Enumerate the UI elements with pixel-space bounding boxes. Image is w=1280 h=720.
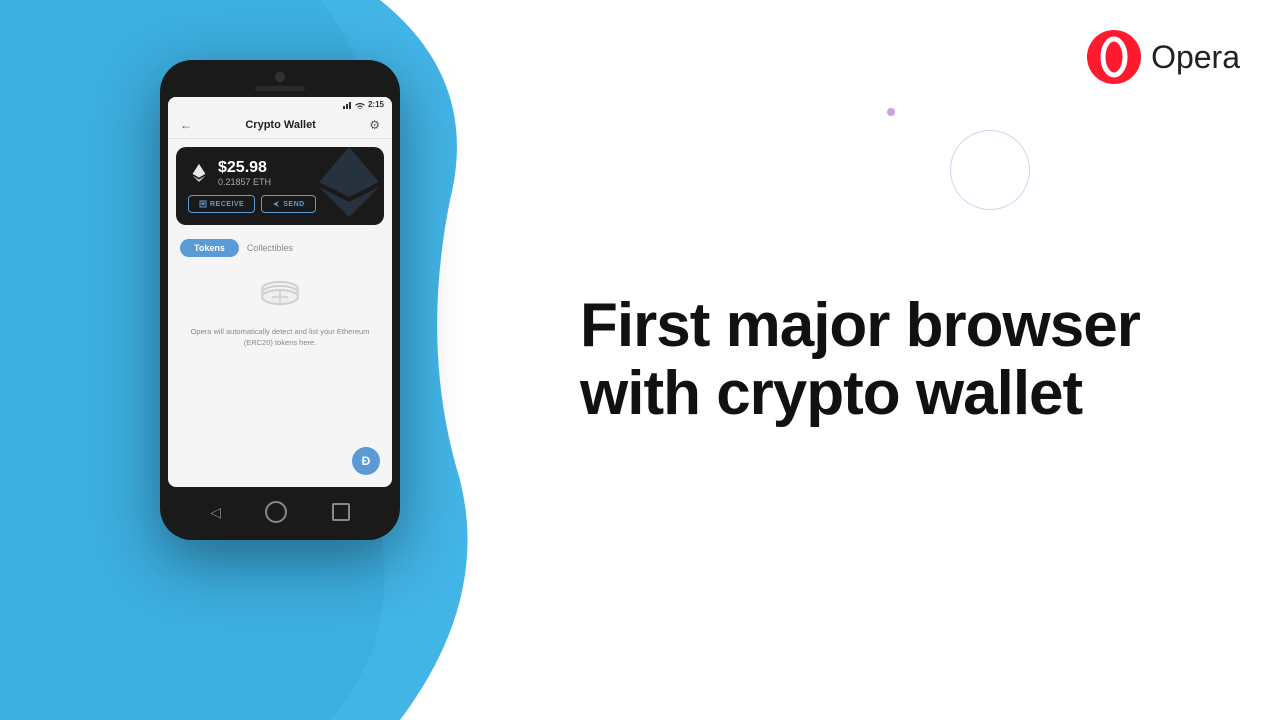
eth-usd-amount: $25.98	[218, 159, 271, 177]
back-icon[interactable]: ←	[180, 118, 192, 132]
wallet-tabs: Tokens Collectibles	[168, 233, 392, 263]
add-token-fab[interactable]: Ð	[352, 447, 380, 475]
opera-icon	[1087, 30, 1141, 84]
settings-icon[interactable]: ⚙	[369, 118, 380, 132]
phone-nav-bar: ◁	[168, 493, 392, 531]
phone-body: 2:15 ← Crypto Wallet ⚙	[160, 60, 400, 540]
headline-line1: First major browser	[580, 291, 1140, 360]
right-content-area: First major browser with crypto wallet	[520, 0, 1280, 720]
opera-logo: Opera	[1087, 30, 1240, 84]
eth-token-amount: 0.21857 ETH	[218, 177, 271, 187]
main-headline: First major browser with crypto wallet	[580, 292, 1140, 428]
phone-camera	[275, 72, 285, 82]
eth-logo	[188, 162, 210, 184]
signal-icons	[343, 101, 365, 109]
tab-collectibles[interactable]: Collectibles	[247, 243, 293, 253]
send-icon	[272, 200, 280, 208]
status-bar-time: 2:15	[368, 100, 384, 109]
wallet-title: Crypto Wallet	[245, 119, 316, 131]
eth-watermark	[309, 147, 384, 222]
receive-icon	[199, 200, 207, 208]
tab-tokens[interactable]: Tokens	[180, 239, 239, 257]
phone-mockup: 2:15 ← Crypto Wallet ⚙	[160, 60, 400, 540]
empty-state-text: Opera will automatically detect and list…	[188, 327, 372, 348]
nav-apps-button[interactable]	[332, 503, 350, 521]
status-bar: 2:15	[168, 97, 392, 112]
nav-home-button[interactable]	[265, 501, 287, 523]
eth-balance-card: $25.98 0.21857 ETH RECEIVE SEND	[176, 147, 384, 225]
empty-tokens-icon	[257, 279, 303, 319]
headline-line2: with crypto wallet	[580, 359, 1082, 428]
phone-speaker	[255, 86, 305, 91]
app-header: ← Crypto Wallet ⚙	[168, 112, 392, 139]
receive-button[interactable]: RECEIVE	[188, 195, 255, 213]
empty-state: Opera will automatically detect and list…	[168, 263, 392, 364]
send-button[interactable]: SEND	[261, 195, 315, 213]
nav-back-button[interactable]: ◁	[210, 504, 221, 521]
opera-logo-text: Opera	[1151, 39, 1240, 76]
phone-screen: 2:15 ← Crypto Wallet ⚙	[168, 97, 392, 487]
